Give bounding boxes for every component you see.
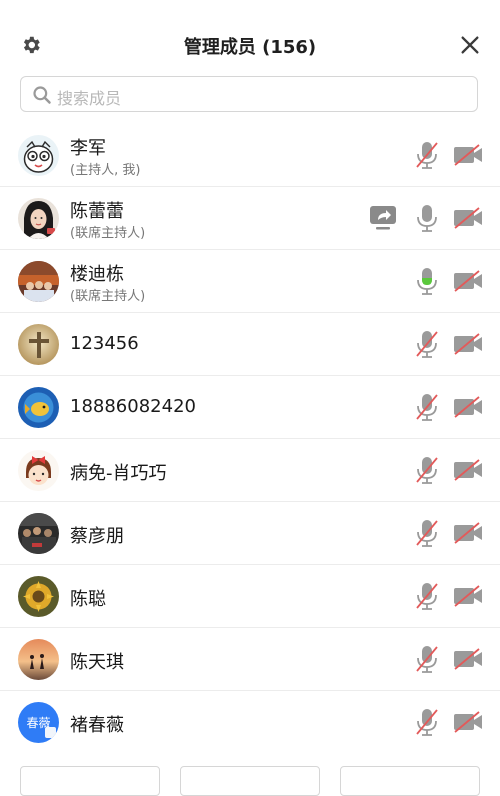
member-name: 蔡彦朋 [70, 526, 124, 547]
member-name: 褚春薇 [70, 715, 124, 736]
member-role: (联席主持人) [70, 226, 146, 241]
camera-off-icon[interactable] [453, 585, 483, 607]
search-icon [33, 86, 51, 104]
camera-off-icon[interactable] [453, 333, 483, 355]
microphone-icon[interactable] [414, 203, 440, 233]
avatar [18, 576, 59, 617]
bottom-action-button[interactable] [20, 766, 160, 796]
microphone-muted-icon[interactable] [414, 707, 440, 737]
bottom-action-button[interactable] [180, 766, 320, 796]
member-name: 陈蕾蕾 [70, 201, 124, 222]
member-name: 李军 [70, 138, 106, 159]
badge-icon [45, 727, 56, 738]
camera-off-icon[interactable] [453, 207, 483, 229]
member-row[interactable]: 陈蕾蕾 (联席主持人) [0, 187, 500, 250]
camera-off-icon[interactable] [453, 144, 483, 166]
dialog-header: 管理成员 (156) [0, 0, 500, 88]
microphone-muted-icon[interactable] [414, 455, 440, 485]
avatar [18, 324, 59, 365]
microphone-muted-icon[interactable] [414, 581, 440, 611]
member-list: 李军 (主持人, 我) 陈蕾蕾 (联席主持人) 楼迪栋 (联席主持人) 1234… [0, 124, 500, 754]
camera-off-icon[interactable] [453, 396, 483, 418]
avatar [18, 261, 59, 302]
avatar: 春薇 [18, 702, 59, 743]
member-name: 楼迪栋 [70, 264, 124, 285]
member-row[interactable]: 123456 [0, 313, 500, 376]
member-name: 陈聪 [70, 589, 106, 610]
member-name: 病免-肖巧巧 [70, 463, 167, 484]
camera-off-icon[interactable] [453, 270, 483, 292]
member-row[interactable]: 春薇 褚春薇 [0, 691, 500, 754]
page-title: 管理成员 (156) [183, 37, 317, 58]
avatar [18, 135, 59, 176]
camera-off-icon[interactable] [453, 711, 483, 733]
search-input[interactable]: 搜索成员 [20, 76, 478, 112]
microphone-muted-icon[interactable] [414, 329, 440, 359]
avatar [18, 387, 59, 428]
search-placeholder: 搜索成员 [57, 89, 122, 108]
microphone-active-icon[interactable] [414, 266, 440, 296]
member-role: (主持人, 我) [70, 163, 141, 178]
avatar [18, 198, 59, 239]
microphone-muted-icon[interactable] [414, 140, 440, 170]
bottom-action-button[interactable] [340, 766, 480, 796]
member-row[interactable]: 李军 (主持人, 我) [0, 124, 500, 187]
camera-off-icon[interactable] [453, 648, 483, 670]
member-row[interactable]: 陈天琪 [0, 628, 500, 691]
close-icon[interactable] [459, 34, 481, 56]
microphone-muted-icon[interactable] [414, 518, 440, 548]
member-name: 陈天琪 [70, 652, 124, 673]
member-row[interactable]: 病免-肖巧巧 [0, 439, 500, 502]
member-row[interactable]: 蔡彦朋 [0, 502, 500, 565]
camera-off-icon[interactable] [453, 459, 483, 481]
member-name: 18886082420 [70, 396, 196, 417]
member-row[interactable]: 陈聪 [0, 565, 500, 628]
microphone-muted-icon[interactable] [414, 392, 440, 422]
member-name: 123456 [70, 333, 139, 354]
member-role: (联席主持人) [70, 289, 146, 304]
avatar [18, 513, 59, 554]
avatar [18, 450, 59, 491]
screen-share-icon[interactable] [369, 205, 397, 231]
microphone-muted-icon[interactable] [414, 644, 440, 674]
camera-off-icon[interactable] [453, 522, 483, 544]
member-row[interactable]: 18886082420 [0, 376, 500, 439]
avatar [18, 639, 59, 680]
member-row[interactable]: 楼迪栋 (联席主持人) [0, 250, 500, 313]
